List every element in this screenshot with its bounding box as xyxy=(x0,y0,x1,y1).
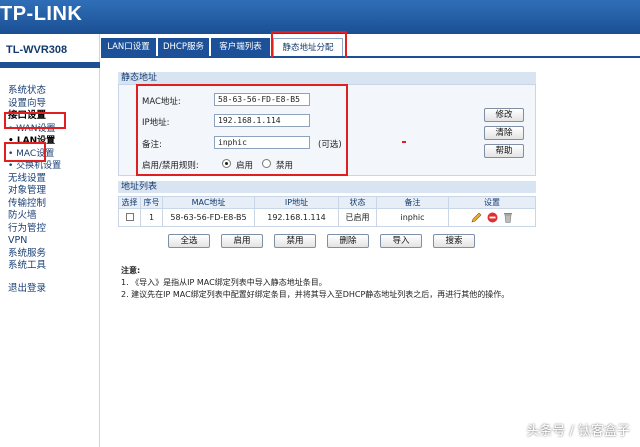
nav-item-object-management[interactable]: 对象管理 xyxy=(8,185,100,198)
help-button[interactable]: 帮助 xyxy=(484,144,524,158)
nav-item-wireless[interactable]: 无线设置 xyxy=(8,173,100,186)
notes-line-2: 2. 建议先在IP MAC绑定列表中配置好绑定条目，并将其导入至DHCP静态地址… xyxy=(121,290,510,299)
nav-item-setup-wizard[interactable]: 设置向导 xyxy=(8,98,100,111)
nav-item-system-services[interactable]: 系统服务 xyxy=(8,248,100,261)
model-name: TL-WVR308 xyxy=(6,44,68,56)
list-section-title: 地址列表 xyxy=(118,181,536,193)
nav-item-firewall[interactable]: 防火墙 xyxy=(8,210,100,223)
col-index: 序号 xyxy=(140,196,163,209)
top-header: TP-LINK xyxy=(0,0,640,34)
nav-item-logout[interactable]: 退出登录 xyxy=(8,283,100,296)
notes-title: 注意: xyxy=(121,266,141,275)
row-ip: 192.168.1.114 xyxy=(254,208,339,227)
enable-button[interactable]: 启用 xyxy=(221,234,263,248)
notes-line-1: 1. 《导入》是指从IP MAC绑定列表中导入静态地址条目。 xyxy=(121,278,327,287)
row-mac: 58-63-56-FD-E8-B5 xyxy=(162,208,255,227)
nav-item-system-tools[interactable]: 系统工具 xyxy=(8,260,100,273)
table-header-row: 选择 序号 MAC地址 IP地址 状态 备注 设置 xyxy=(118,196,536,209)
col-ip: IP地址 xyxy=(254,196,339,209)
address-table: 选择 序号 MAC地址 IP地址 状态 备注 设置 1 58-63-56-FD-… xyxy=(118,196,536,227)
row-index: 1 xyxy=(140,208,163,227)
notes-section: 注意: 1. 《导入》是指从IP MAC绑定列表中导入静态地址条目。 2. 建议… xyxy=(121,265,541,301)
delete-icon[interactable] xyxy=(503,212,513,223)
search-button[interactable]: 搜索 xyxy=(433,234,475,248)
red-dot-marker xyxy=(402,141,406,143)
brand-logo: TP-LINK xyxy=(0,3,83,25)
tab-dhcp-service[interactable]: DHCP服务 xyxy=(158,38,210,56)
col-settings: 设置 xyxy=(448,196,536,209)
table-row: 1 58-63-56-FD-E8-B5 192.168.1.114 已启用 in… xyxy=(118,208,536,227)
row-status: 已启用 xyxy=(338,208,377,227)
highlight-box-interface xyxy=(4,112,66,129)
col-note: 备注 xyxy=(376,196,449,209)
nav-item-transfer-control[interactable]: 传输控制 xyxy=(8,198,100,211)
modify-button[interactable]: 修改 xyxy=(484,108,524,122)
select-all-button[interactable]: 全选 xyxy=(168,234,210,248)
row-checkbox[interactable] xyxy=(125,212,134,221)
tab-client-list[interactable]: 客户端列表 xyxy=(211,38,271,56)
disable-button[interactable]: 禁用 xyxy=(274,234,316,248)
import-button[interactable]: 导入 xyxy=(380,234,422,248)
nav-item-system-status[interactable]: 系统状态 xyxy=(8,85,100,98)
col-status: 状态 xyxy=(338,196,377,209)
clear-button[interactable]: 清除 xyxy=(484,126,524,140)
watermark-text: 头条号 / 钛客盒子 xyxy=(526,424,630,439)
delete-button[interactable]: 删除 xyxy=(327,234,369,248)
col-mac: MAC地址 xyxy=(162,196,255,209)
sidebar-divider xyxy=(0,62,100,68)
static-section-title: 静态地址 xyxy=(118,72,536,84)
disable-icon[interactable] xyxy=(487,212,498,223)
nav-item-vpn[interactable]: VPN xyxy=(8,235,100,248)
nav-item-behavior-control[interactable]: 行为管控 xyxy=(8,223,100,236)
highlight-box-lan xyxy=(4,142,46,162)
edit-icon[interactable] xyxy=(471,212,482,223)
row-note: inphic xyxy=(376,208,449,227)
tab-lan-port[interactable]: LAN口设置 xyxy=(101,38,157,56)
col-select: 选择 xyxy=(118,196,141,209)
highlight-box-form xyxy=(136,84,348,176)
